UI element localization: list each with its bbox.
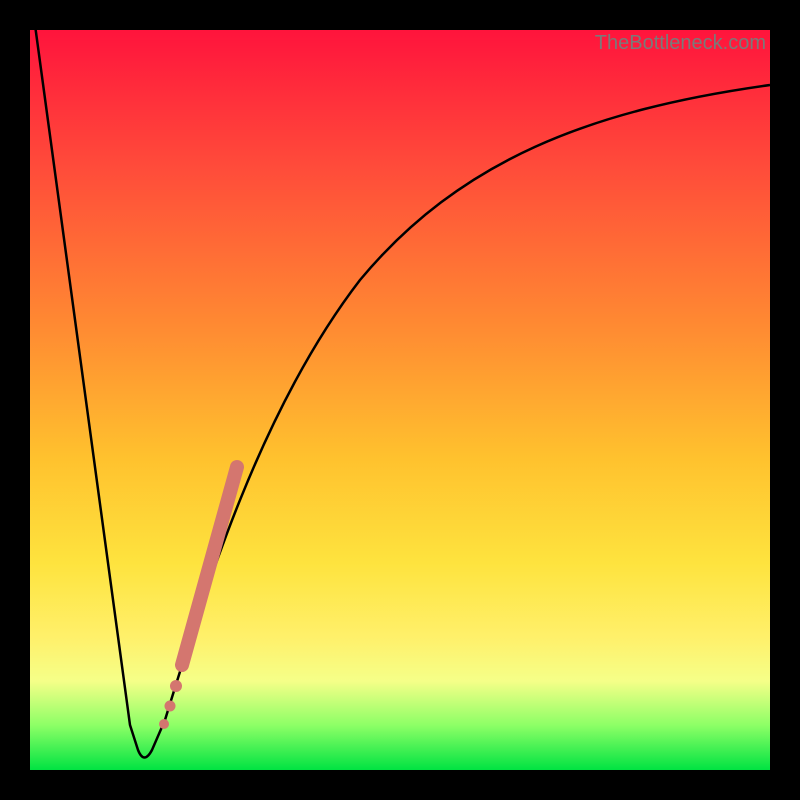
highlight-dot <box>165 701 176 712</box>
plot-area: TheBottleneck.com <box>30 30 770 770</box>
chart-frame: { "watermark": "TheBottleneck.com", "col… <box>0 0 800 800</box>
bottleneck-curve <box>35 25 770 758</box>
chart-svg <box>30 30 770 770</box>
highlight-dot <box>159 719 169 729</box>
highlight-dot <box>170 680 182 692</box>
highlight-segment <box>182 467 237 665</box>
